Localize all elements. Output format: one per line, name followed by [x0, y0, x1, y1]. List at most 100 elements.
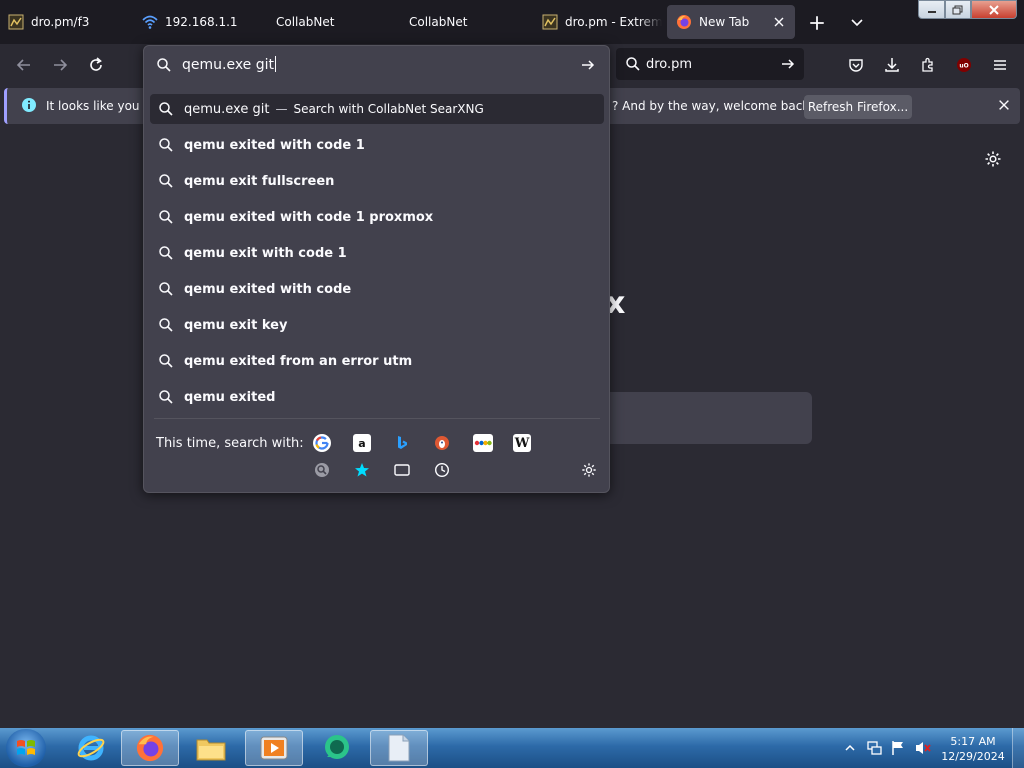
suggestion-row[interactable]: qemu exited with code 1: [150, 130, 604, 160]
urlbar-dropdown: qemu.exe git qemu.exe git — Search with …: [143, 45, 610, 493]
taskbar-internet-explorer[interactable]: [62, 730, 120, 766]
wifi-icon: [142, 15, 158, 29]
restore-button[interactable]: [945, 0, 971, 19]
google-g-icon: [315, 436, 329, 450]
info-icon: [22, 98, 36, 112]
suggestion-row[interactable]: qemu exited with code 1 proxmox: [150, 202, 604, 232]
taskbar-media-player[interactable]: [245, 730, 303, 766]
search-icon: [159, 174, 173, 188]
suggestion-text: qemu exited: [184, 389, 276, 405]
suggestion-search-row[interactable]: qemu.exe git — Search with CollabNet Sea…: [150, 94, 604, 124]
back-button[interactable]: [12, 53, 36, 77]
close-window-button[interactable]: [971, 0, 1017, 19]
suggestion-row[interactable]: qemu exit fullscreen: [150, 166, 604, 196]
search-icon: [159, 282, 173, 296]
puzzle-icon: [922, 57, 933, 72]
google-icon[interactable]: [313, 434, 331, 452]
wikipedia-icon[interactable]: W: [513, 434, 531, 452]
go-arrow-icon[interactable]: [780, 56, 796, 72]
download-icon: [885, 58, 899, 72]
taskbar-chat-app[interactable]: [308, 730, 366, 766]
clock-time: 5:17 AM: [950, 735, 996, 748]
back-arrow-icon: [16, 59, 30, 71]
hamburger-menu-icon: [994, 60, 1006, 70]
minimize-button[interactable]: [918, 0, 945, 19]
notification-text-end: ? And by the way, welcome back!: [612, 99, 815, 113]
duck-icon: [435, 436, 449, 450]
ublock-shield-icon: uO: [957, 58, 971, 72]
pocket-button[interactable]: [844, 53, 868, 77]
close-notification-icon[interactable]: [997, 98, 1011, 112]
volume-muted-icon[interactable]: [914, 740, 932, 756]
app-menu-button[interactable]: [988, 53, 1012, 77]
firefox-icon: [136, 734, 164, 762]
search-icon: [159, 138, 173, 152]
bookmarks-icon[interactable]: [353, 461, 371, 479]
tab-strip: dro.pm/f3 192.168.1.1 CollabNet CollabNe…: [0, 0, 1024, 44]
bing-icon[interactable]: [393, 434, 411, 452]
forward-arrow-icon: [54, 59, 68, 71]
search-bar-input[interactable]: dro.pm: [646, 57, 692, 72]
show-hidden-icons-icon[interactable]: [845, 744, 855, 752]
suggestion-text: qemu exit key: [184, 317, 288, 333]
reload-button[interactable]: [84, 53, 108, 77]
go-arrow-icon[interactable]: [580, 57, 596, 73]
new-tab-plus-icon[interactable]: [808, 14, 826, 32]
windows-taskbar: 5:17 AM 12/29/2024: [0, 728, 1024, 768]
clock-icon: [434, 462, 450, 478]
suggestion-row[interactable]: qemu exit with code 1: [150, 238, 604, 268]
list-all-tabs-chevron-down-icon[interactable]: [849, 14, 865, 30]
tab-new-tab[interactable]: New Tab: [667, 5, 795, 39]
duckduckgo-icon[interactable]: [433, 434, 451, 452]
refresh-firefox-button[interactable]: Refresh Firefox...: [804, 95, 912, 119]
search-icon: [159, 318, 173, 332]
tab-dro-pm-extreme[interactable]: dro.pm - Extrem: [542, 5, 662, 39]
bing-b-icon: [398, 436, 407, 449]
taskbar-notepad[interactable]: [370, 730, 428, 766]
extensions-button[interactable]: [916, 53, 940, 77]
star-icon: [355, 463, 369, 477]
media-player-icon: [260, 736, 288, 760]
suggestion-row[interactable]: qemu exited with code: [150, 274, 604, 304]
notification-text-start: It looks like you ha: [46, 99, 159, 113]
forward-button[interactable]: [48, 53, 72, 77]
personalize-gear-icon[interactable]: [984, 150, 1002, 168]
ebay-icon[interactable]: [473, 434, 493, 452]
ublock-origin-button[interactable]: uO: [952, 53, 976, 77]
action-center-flag-icon[interactable]: [890, 740, 906, 756]
search-icon: [626, 57, 640, 71]
searxng-icon[interactable]: [313, 461, 331, 479]
tab-label: CollabNet: [276, 15, 335, 29]
suggestion-row[interactable]: qemu exited: [150, 382, 604, 412]
search-bar[interactable]: dro.pm: [616, 48, 804, 80]
tabs-icon[interactable]: [393, 461, 411, 479]
suggestion-row[interactable]: qemu exit key: [150, 310, 604, 340]
tab-collabnet-1[interactable]: CollabNet: [276, 5, 404, 39]
search-icon: [159, 102, 173, 116]
url-input[interactable]: qemu.exe git: [182, 56, 277, 73]
tab-router[interactable]: 192.168.1.1: [142, 5, 272, 39]
downloads-button[interactable]: [880, 53, 904, 77]
site-favicon-icon: [8, 14, 24, 30]
history-icon[interactable]: [433, 461, 451, 479]
system-clock[interactable]: 5:17 AM 12/29/2024: [938, 734, 1008, 764]
windows-logo-icon: [17, 740, 35, 755]
taskbar-firefox[interactable]: [121, 730, 179, 766]
network-icon[interactable]: [866, 740, 882, 756]
tab-collabnet-2[interactable]: CollabNet: [409, 5, 537, 39]
suggestion-row[interactable]: qemu exited from an error utm: [150, 346, 604, 376]
ebay-logo-icon: [474, 440, 492, 446]
search-settings-button[interactable]: [580, 461, 598, 479]
chat-bubble-icon: [325, 735, 349, 759]
show-desktop-button[interactable]: [1012, 728, 1024, 768]
tab-label: CollabNet: [409, 15, 468, 29]
taskbar-file-explorer[interactable]: [182, 730, 240, 766]
start-button[interactable]: [6, 729, 46, 767]
tab-dro-pm-f3[interactable]: dro.pm/f3: [8, 5, 138, 39]
close-tab-icon[interactable]: [771, 14, 787, 30]
searxng-magnifier-icon: [315, 463, 329, 477]
text-caret: [275, 56, 277, 72]
tab-label: 192.168.1.1: [165, 15, 238, 29]
search-with-label: This time, search with:: [156, 436, 304, 451]
amazon-icon[interactable]: a: [353, 434, 371, 452]
